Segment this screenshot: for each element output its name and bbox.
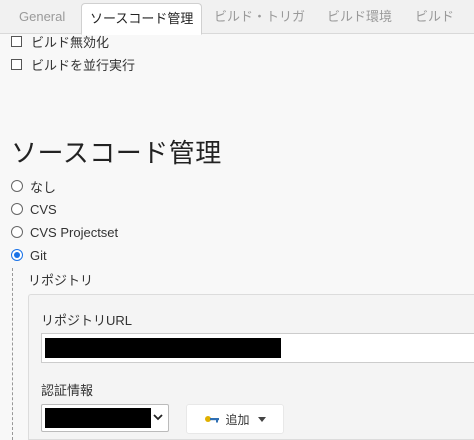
- repositories-label: リポジトリ: [28, 273, 94, 288]
- disable-build-option: ビルド無効化: [11, 32, 109, 50]
- scm-none-radio[interactable]: [11, 180, 23, 192]
- repository-url-input[interactable]: [41, 333, 474, 363]
- scm-option-git[interactable]: Git: [11, 246, 47, 264]
- tab-build[interactable]: ビルド: [415, 0, 454, 34]
- add-button-label: 追加: [225, 412, 250, 427]
- scm-cvs-label: CVS: [30, 201, 57, 217]
- chevron-down-icon: [153, 414, 163, 421]
- tab-build-triggers[interactable]: ビルド・トリガ: [214, 0, 305, 34]
- scm-cvs-projectset-label: CVS Projectset: [30, 224, 119, 240]
- scm-none-label: なし: [30, 179, 57, 195]
- scm-option-cvs[interactable]: CVS: [11, 200, 57, 218]
- repository-url-label: リポジトリURL: [41, 313, 133, 328]
- scm-option-cvs-projectset[interactable]: CVS Projectset: [11, 223, 118, 241]
- scm-git-label: Git: [30, 247, 47, 263]
- caret-down-icon: [257, 416, 266, 422]
- concurrent-build-label: ビルドを並行実行: [31, 57, 136, 73]
- concurrent-build-option: ビルドを並行実行: [11, 55, 135, 73]
- repository-url-value: [45, 338, 281, 358]
- scm-option-none[interactable]: なし: [11, 177, 56, 195]
- disable-build-checkbox[interactable]: [11, 35, 22, 47]
- add-credentials-button[interactable]: 追加: [186, 404, 284, 434]
- credentials-value: [45, 408, 151, 428]
- tab-general[interactable]: General: [19, 0, 65, 34]
- tab-bar: General ソースコード管理 ビルド・トリガ ビルド環境 ビルド: [0, 0, 474, 35]
- scm-cvs-radio[interactable]: [11, 203, 23, 215]
- scm-git-radio[interactable]: [11, 249, 23, 261]
- tab-source-code-management[interactable]: ソースコード管理: [81, 3, 203, 35]
- disable-build-label: ビルド無効化: [31, 34, 110, 50]
- git-section-divider: [12, 268, 13, 440]
- credentials-label: 認証情報: [41, 383, 94, 398]
- credentials-select[interactable]: [41, 404, 169, 432]
- scm-cvs-projectset-radio[interactable]: [11, 226, 23, 238]
- concurrent-build-checkbox[interactable]: [11, 58, 22, 70]
- tab-build-environment[interactable]: ビルド環境: [327, 0, 392, 34]
- section-title: ソースコード管理: [11, 138, 222, 168]
- key-icon: [205, 416, 220, 423]
